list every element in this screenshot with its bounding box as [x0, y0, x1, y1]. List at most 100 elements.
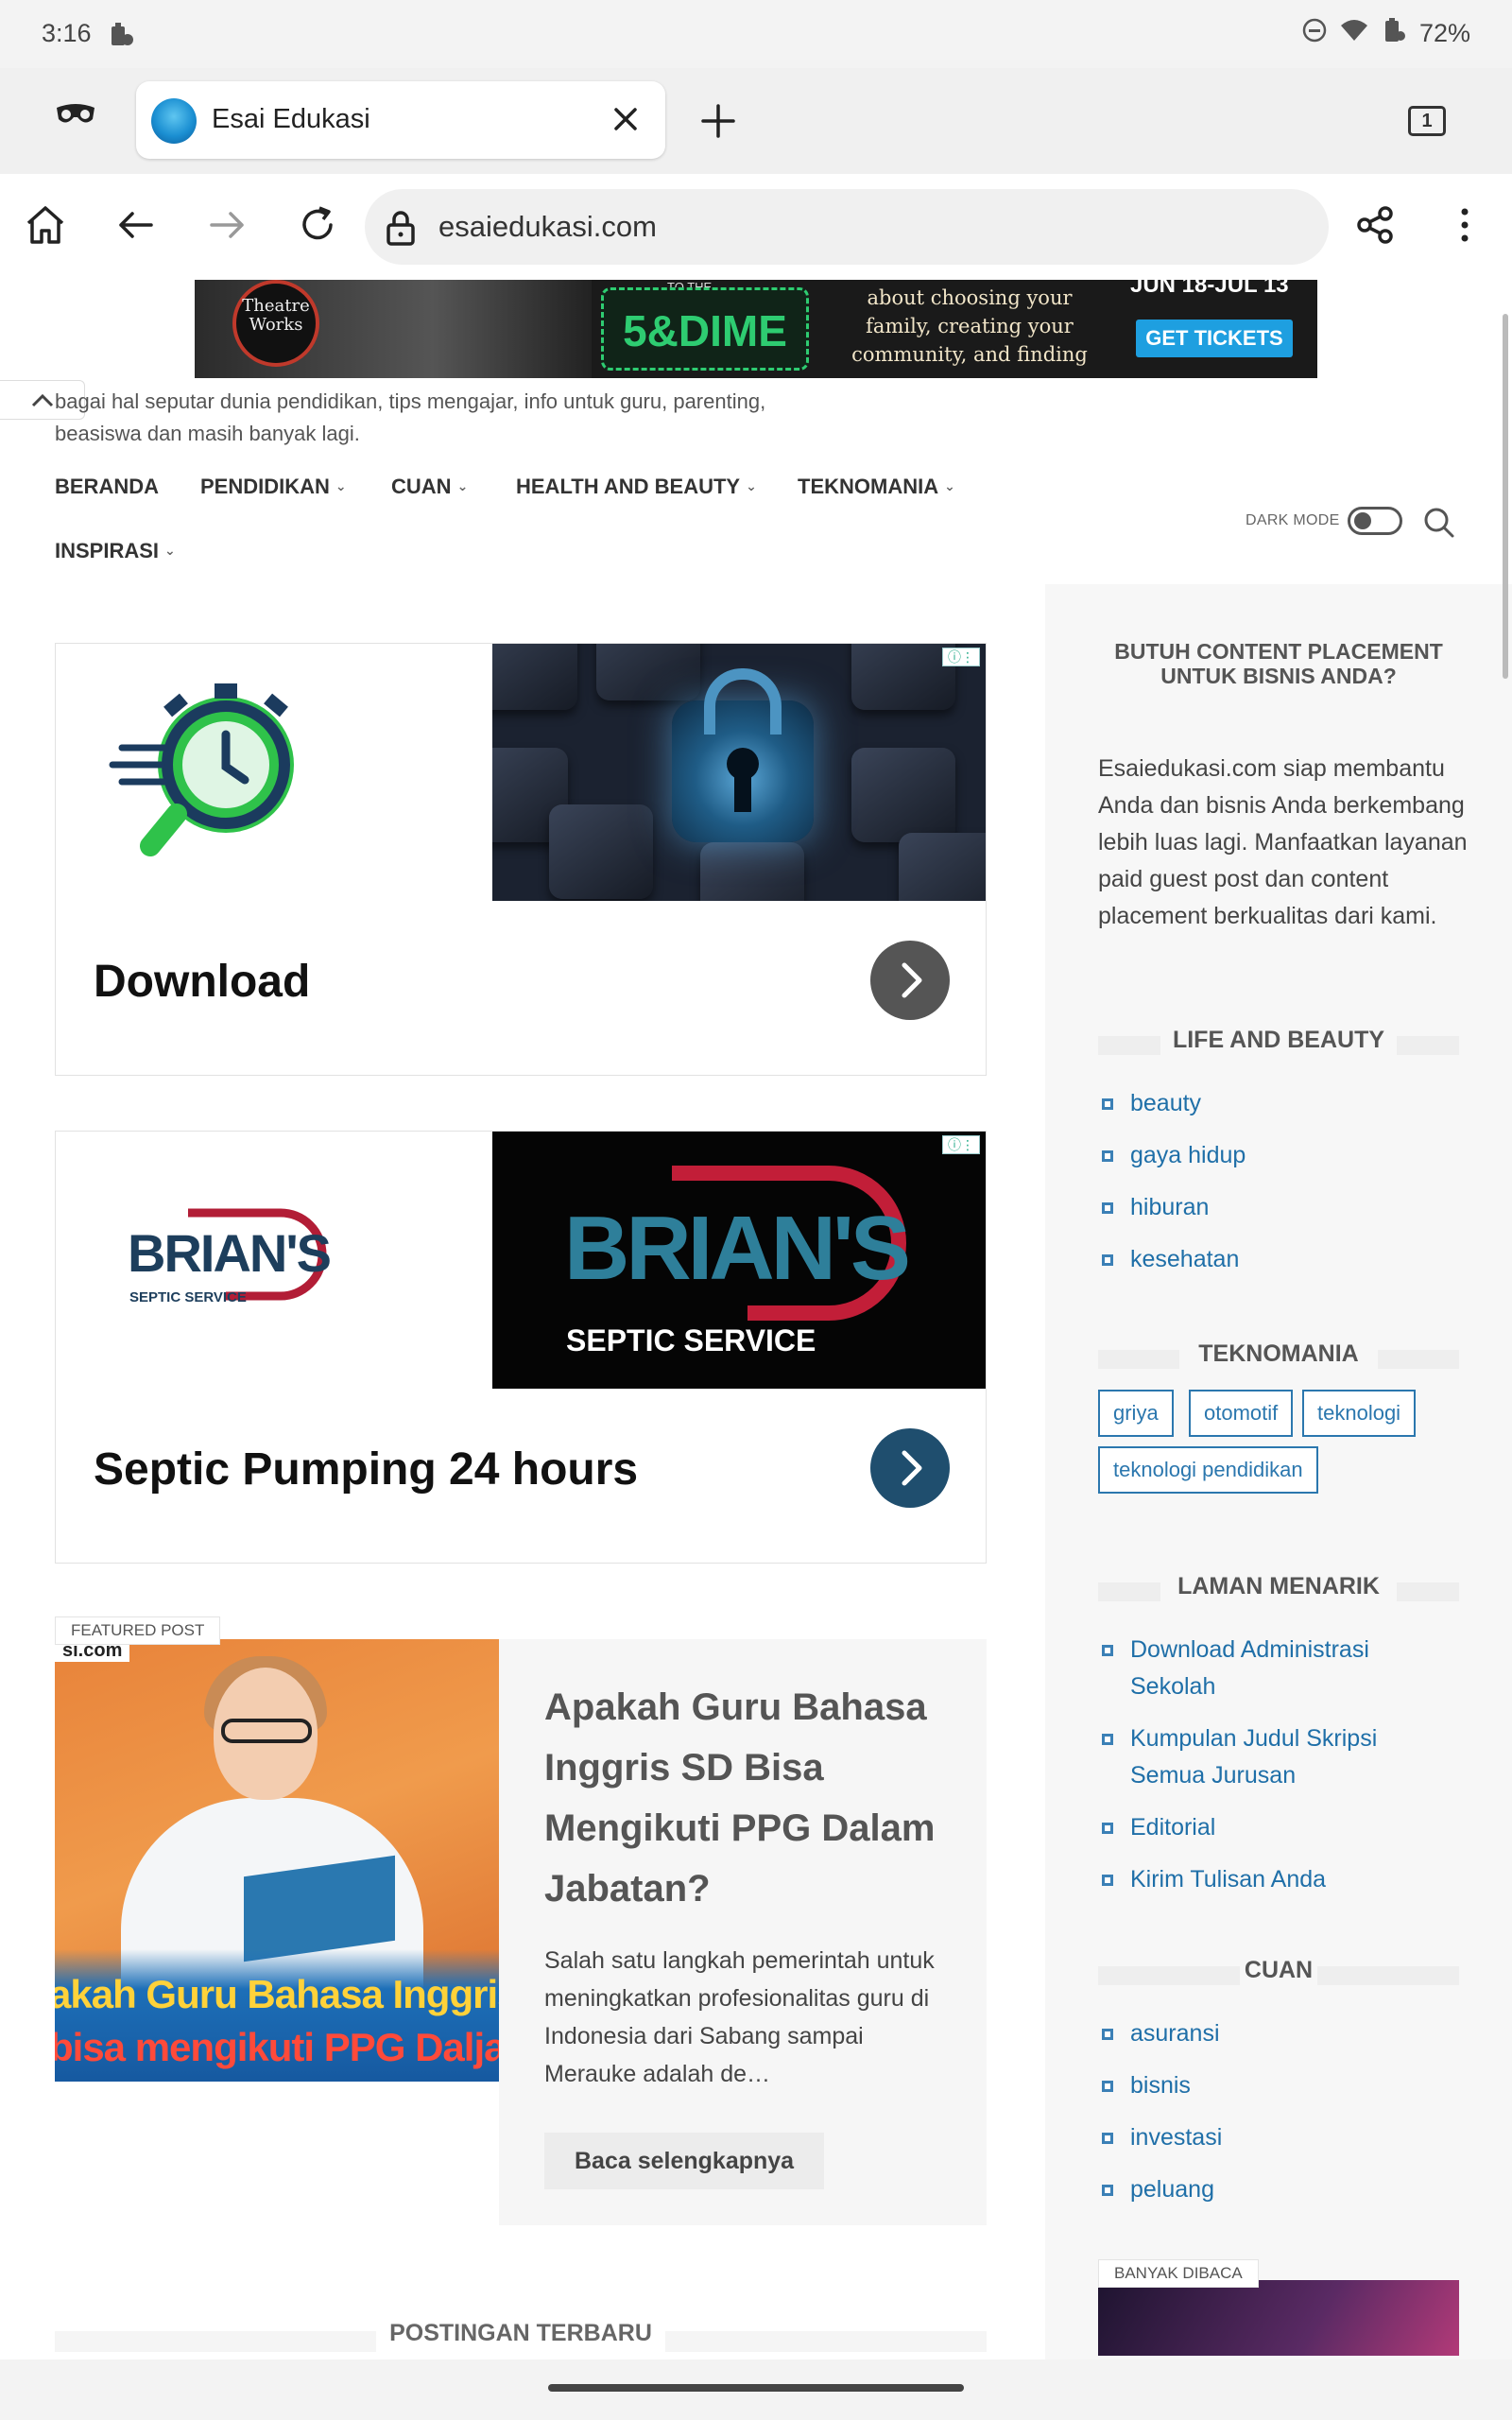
bullet-square-icon [1102, 1150, 1113, 1162]
cuan-heading: CUAN [1098, 1957, 1459, 1985]
link-text[interactable]: Kumpulan Judul Skripsi Semua Jurusan [1130, 1725, 1377, 1789]
ad-choices-icon[interactable]: ⓘ⋮ [942, 648, 980, 666]
cuan-list: asuransi bisnis investasi peluang [1100, 2015, 1222, 2208]
bullet-square-icon [1102, 1734, 1113, 1745]
ad-headline[interactable]: Download [94, 956, 310, 1008]
link-text[interactable]: kesehatan [1130, 1246, 1239, 1272]
ad-card-download[interactable]: ⓘ⋮ Download [55, 643, 987, 1076]
page-link-kumpulan-judul[interactable]: Kumpulan Judul Skripsi Semua Jurusan [1100, 1720, 1440, 1794]
home-icon[interactable] [23, 202, 68, 252]
reload-icon[interactable] [295, 202, 340, 252]
forward-arrow-icon[interactable] [204, 202, 249, 252]
tab-strip: Esai Edukasi 1 [0, 68, 1512, 174]
link-text[interactable]: Kirim Tulisan Anda [1130, 1866, 1326, 1893]
life-beauty-list: beauty gaya hidup hiburan kesehatan [1100, 1085, 1246, 1278]
top-banner-ad[interactable]: Theatre Works TO THE 5&DIME about choosi… [195, 280, 1317, 378]
link-text[interactable]: peluang [1130, 2176, 1214, 2203]
bullet-square-icon [1102, 1875, 1113, 1886]
site-favicon-icon [151, 98, 197, 144]
ad-arrow-button[interactable] [870, 941, 950, 1020]
banner-dime-logo: 5&DIME [601, 287, 809, 371]
nav-health-and-beauty[interactable]: HEALTH AND BEAUTY ⌄ [516, 475, 757, 499]
brians-logo-text: BRIAN'S [128, 1223, 331, 1283]
address-bar[interactable]: esaiedukasi.com [365, 189, 1329, 265]
ad-choices-icon[interactable]: ⓘ⋮ [942, 1135, 980, 1154]
link-text[interactable]: Download Administrasi Sekolah [1130, 1636, 1369, 1700]
ad-card-septic[interactable]: BRIAN'S SEPTIC SERVICE BRIAN'S SEPTIC SE… [55, 1131, 987, 1564]
wifi-icon [1340, 18, 1368, 49]
nav-cuan[interactable]: CUAN ⌄ [391, 475, 468, 499]
link-text[interactable]: Editorial [1130, 1814, 1215, 1841]
lock-icon[interactable] [384, 208, 418, 252]
category-link-bisnis[interactable]: bisnis [1100, 2067, 1222, 2104]
theatre-works-logo: Theatre Works [232, 280, 319, 367]
keyboard-background [492, 644, 986, 901]
gesture-handle[interactable] [548, 2384, 964, 2392]
page-link-download-administrasi[interactable]: Download Administrasi Sekolah [1100, 1632, 1440, 1705]
url-text[interactable]: esaiedukasi.com [438, 210, 657, 244]
tab-esai-edukasi[interactable]: Esai Edukasi [136, 81, 665, 159]
nav-pendidikan[interactable]: PENDIDIKAN ⌄ [200, 475, 347, 499]
incognito-icon[interactable] [55, 102, 96, 131]
tab-title: Esai Edukasi [212, 104, 370, 134]
read-more-button[interactable]: Baca selengkapnya [544, 2133, 825, 2189]
nav-beranda[interactable]: BERANDA [55, 475, 159, 499]
bullet-square-icon [1102, 2185, 1113, 2196]
latest-posts-label: POSTINGAN TERBARU [389, 2320, 652, 2346]
category-link-gaya-hidup[interactable]: gaya hidup [1100, 1137, 1246, 1174]
more-options-icon[interactable] [1442, 202, 1487, 252]
ad-headline[interactable]: Septic Pumping 24 hours [94, 1443, 638, 1495]
category-link-peluang[interactable]: peluang [1100, 2171, 1222, 2208]
life-beauty-label: LIFE AND BEAUTY [1172, 1027, 1385, 1053]
category-link-asuransi[interactable]: asuransi [1100, 2015, 1222, 2052]
tag-teknologi[interactable]: teknologi [1302, 1390, 1417, 1437]
tag-griya[interactable]: griya [1098, 1390, 1174, 1437]
new-tab-icon[interactable] [697, 100, 739, 147]
featured-post-image[interactable]: si.com akah Guru Bahasa Inggris bisa men… [55, 1639, 499, 2082]
chevron-down-icon: ⌄ [164, 543, 176, 558]
tab-switcher-button[interactable]: 1 [1408, 106, 1446, 136]
ad-arrow-button[interactable] [870, 1428, 950, 1508]
ad-padlock-image [492, 644, 986, 901]
link-text[interactable]: gaya hidup [1130, 1142, 1246, 1168]
page-scrollbar[interactable] [1503, 314, 1508, 679]
nav-teknomania[interactable]: TEKNOMANIA ⌄ [798, 475, 955, 499]
banyak-dibaca-image[interactable] [1098, 2280, 1459, 2356]
cuan-label: CUAN [1244, 1957, 1314, 1983]
featured-post-card: Apakah Guru Bahasa Inggris SD Bisa Mengi… [499, 1639, 987, 2225]
close-tab-icon[interactable] [607, 100, 644, 143]
battery-icon [1382, 17, 1406, 50]
featured-post-excerpt: Salah satu langkah pemerintah untuk meni… [544, 1947, 935, 2087]
share-icon[interactable] [1353, 202, 1399, 252]
laman-menarik-heading: LAMAN MENARIK [1098, 1573, 1459, 1601]
chevron-right-icon [902, 962, 922, 998]
bullet-square-icon [1102, 1254, 1113, 1266]
link-text[interactable]: asuransi [1130, 2020, 1220, 2047]
dark-mode-label: DARK MODE [1246, 512, 1340, 528]
chevron-down-icon: ⌄ [335, 478, 347, 493]
link-text[interactable]: investasi [1130, 2124, 1222, 2151]
toggle-knob [1353, 512, 1371, 529]
category-link-hiburan[interactable]: hiburan [1100, 1189, 1246, 1226]
category-link-beauty[interactable]: beauty [1100, 1085, 1246, 1122]
featured-post-title[interactable]: Apakah Guru Bahasa Inggris SD Bisa Mengi… [544, 1677, 960, 1919]
tag-teknologi-pendidikan[interactable]: teknologi pendidikan [1098, 1446, 1318, 1494]
nav-label: BERANDA [55, 475, 159, 498]
page-link-editorial[interactable]: Editorial [1100, 1809, 1440, 1846]
link-text[interactable]: bisnis [1130, 2072, 1191, 2099]
back-arrow-icon[interactable] [113, 202, 159, 252]
link-text[interactable]: hiburan [1130, 1194, 1209, 1220]
brians-logo-small: BRIAN'S SEPTIC SERVICE [128, 1208, 333, 1305]
banner-message: about choosing your family, creating you… [851, 286, 1088, 378]
dark-mode-switch[interactable] [1347, 507, 1402, 535]
link-text[interactable]: beauty [1130, 1090, 1201, 1116]
nav-label: INSPIRASI [55, 539, 160, 562]
category-link-kesehatan[interactable]: kesehatan [1100, 1241, 1246, 1278]
page-link-kirim-tulisan[interactable]: Kirim Tulisan Anda [1100, 1861, 1440, 1898]
nav-inspirasi[interactable]: INSPIRASI ⌄ [55, 539, 176, 563]
dark-mode-toggle[interactable]: DARK MODE [1246, 507, 1402, 535]
search-icon[interactable] [1421, 505, 1457, 545]
category-link-investasi[interactable]: investasi [1100, 2119, 1222, 2156]
tag-otomotif[interactable]: otomotif [1189, 1390, 1294, 1437]
get-tickets-button[interactable]: GET TICKETS [1136, 320, 1293, 357]
